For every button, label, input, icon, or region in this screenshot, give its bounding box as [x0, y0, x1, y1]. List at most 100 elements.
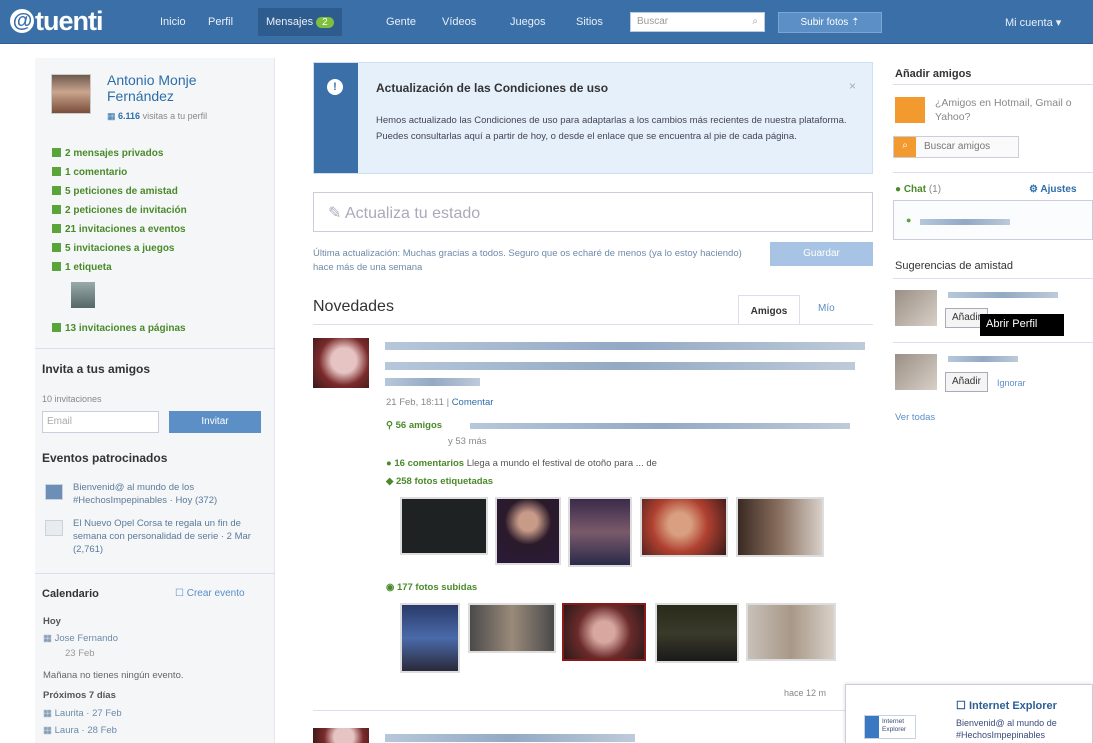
sponsored-events-title: Eventos patrocinados [42, 451, 168, 465]
blurred-text [948, 356, 1018, 362]
profile-avatar[interactable] [51, 74, 91, 114]
divider [313, 324, 873, 325]
feed-avatar[interactable] [313, 338, 369, 388]
see-all-link[interactable]: Ver todas [895, 412, 935, 423]
feed-tagged-photos-line[interactable]: ◆ 258 fotos etiquetadas [386, 476, 493, 487]
invite-button[interactable]: Invitar [169, 411, 261, 433]
calendar-tomorrow: Mañana no tienes ningún evento. [43, 670, 184, 681]
tag-thumbnail[interactable] [71, 282, 95, 308]
notif-invitation-requests[interactable]: 2 peticiones de invitación [52, 205, 187, 216]
profile-name[interactable]: Antonio Monje Fernández [107, 72, 267, 104]
nav-videos[interactable]: Vídeos [442, 16, 476, 28]
feed-comments-line[interactable]: ● 16 comentarios Llega a mundo el festiv… [386, 458, 657, 469]
pencil-icon: ✎ [328, 205, 342, 222]
notif-private-messages[interactable]: 2 mensajes privados [52, 148, 163, 159]
notif-tags[interactable]: 1 etiqueta [52, 262, 112, 273]
last-update-text: Última actualización: Muchas gracias a t… [313, 248, 742, 273]
calendar-entry[interactable]: ▦ Laura · 28 Feb [43, 725, 117, 736]
person-icon: ⚲ [386, 420, 393, 431]
comment-link[interactable]: Comentar [452, 397, 494, 408]
profile-visits: ▦ 6.116 visitas a tu perfil [107, 111, 208, 121]
add-friend-button[interactable]: Añadir [945, 372, 988, 392]
blurred-text [470, 423, 850, 429]
uploaded-photo[interactable] [746, 603, 836, 661]
blurred-text [385, 342, 865, 350]
blurred-text [385, 362, 855, 370]
tagged-photo[interactable] [640, 497, 728, 557]
save-status-button[interactable]: Guardar [770, 242, 873, 266]
tagged-photo[interactable] [400, 497, 488, 555]
notif-page-invites[interactable]: 13 invitaciones a páginas [52, 323, 186, 334]
internet-explorer-logo: Internet Explorer [864, 715, 916, 739]
calendar-today-entry[interactable]: ▦ Jose Fernando [43, 633, 118, 644]
email-field[interactable]: Email [42, 411, 159, 433]
tuenti-at-icon: @ [10, 9, 34, 33]
tab-amigos[interactable]: Amigos [738, 295, 800, 325]
feed-friends-line[interactable]: ⚲ 56 amigos [386, 420, 442, 431]
tagged-photo[interactable] [736, 497, 824, 557]
nav-mensajes[interactable]: Mensajes 2 [258, 8, 342, 36]
feed-avatar[interactable] [313, 728, 369, 743]
chat-contacts-box[interactable]: ● [893, 200, 1093, 240]
nav-perfil[interactable]: Perfil [208, 16, 233, 28]
game-icon [52, 243, 61, 252]
calendar-entry[interactable]: ▦ Laurita · 27 Feb [43, 708, 122, 719]
my-account-menu[interactable]: Mi cuenta ▾ [1005, 16, 1061, 29]
divider [313, 710, 873, 711]
suggestion-avatar[interactable] [895, 354, 937, 390]
calendar-today-label: Hoy [43, 616, 61, 627]
nav-sitios[interactable]: Sitios [576, 16, 603, 28]
search-icon[interactable]: ⌕ [752, 16, 758, 27]
online-dot-icon: ● [906, 215, 912, 225]
search-input[interactable]: Buscar ⌕ [630, 12, 765, 32]
add-friends-title: Añadir amigos [895, 68, 972, 80]
notif-comment[interactable]: 1 comentario [52, 167, 127, 178]
status-update-input[interactable]: ✎ Actualiza tu estado [313, 192, 873, 232]
comment-icon [52, 167, 61, 176]
chat-settings-link[interactable]: ⚙ Ajustes [1029, 184, 1077, 195]
sponsored-event-2[interactable]: El Nuevo Opel Corsa te regala un fin de … [73, 517, 269, 556]
sponsored-event-1[interactable]: Bienvenid@ al mundo de los #HechosImpepi… [73, 481, 269, 507]
uploaded-photo[interactable] [400, 603, 460, 673]
calendar-title: Calendario [42, 588, 99, 600]
uploaded-photo[interactable] [655, 603, 739, 663]
notif-event-invites[interactable]: 21 invitaciones a eventos [52, 224, 186, 235]
blurred-text [385, 734, 635, 742]
suggestion-avatar[interactable] [895, 290, 937, 326]
nav-gente[interactable]: Gente [386, 16, 416, 28]
tagged-photo[interactable] [568, 497, 632, 567]
divider [893, 342, 1093, 343]
divider [893, 278, 1093, 279]
import-contacts-text: ¿Amigos en Hotmail, Gmail o Yahoo? [935, 97, 1072, 123]
feed-friends-more[interactable]: y 53 más [448, 436, 487, 447]
nav-inicio[interactable]: Inicio [160, 16, 186, 28]
envelope-icon [52, 148, 61, 157]
create-event-link[interactable]: ☐ Crear evento [175, 588, 245, 599]
close-icon[interactable]: × [849, 79, 856, 93]
sponsored-popup[interactable]: Internet Explorer ☐ Internet Explorer Bi… [845, 684, 1093, 743]
news-feed-title: Novedades [313, 298, 394, 315]
uploaded-photo[interactable] [468, 603, 556, 653]
uploaded-photo[interactable] [562, 603, 646, 661]
chat-label[interactable]: ● Chat (1) [895, 184, 941, 195]
blurred-text [385, 378, 480, 386]
calendar-icon: ▦ [43, 725, 52, 736]
tab-mio[interactable]: Mío [818, 303, 835, 314]
upload-photos-button[interactable]: Subir fotos ⇡ [778, 12, 882, 33]
popup-title[interactable]: ☐ Internet Explorer [956, 699, 1057, 712]
nav-juegos[interactable]: Juegos [510, 16, 545, 28]
tuenti-logo[interactable]: @ tuenti [10, 6, 103, 37]
feed-uploaded-photos-line[interactable]: ◉ 177 fotos subidas [386, 582, 477, 593]
online-dot-icon: ● [895, 184, 902, 195]
search-friends-button[interactable]: ⌕ Buscar amigos [893, 136, 1019, 158]
pages-icon [52, 323, 61, 332]
ignore-link[interactable]: Ignorar [997, 378, 1026, 388]
invite-remaining: 10 invitaciones [42, 394, 102, 404]
tagged-photo[interactable] [495, 497, 561, 565]
notif-friend-requests[interactable]: 5 peticiones de amistad [52, 186, 178, 197]
person-icon [52, 186, 61, 195]
feed-more-link[interactable]: hace 12 m [784, 688, 826, 698]
divider [35, 348, 275, 349]
notif-game-invites[interactable]: 5 invitaciones a juegos [52, 243, 174, 254]
chevron-down-icon: ⇡ [851, 17, 860, 28]
